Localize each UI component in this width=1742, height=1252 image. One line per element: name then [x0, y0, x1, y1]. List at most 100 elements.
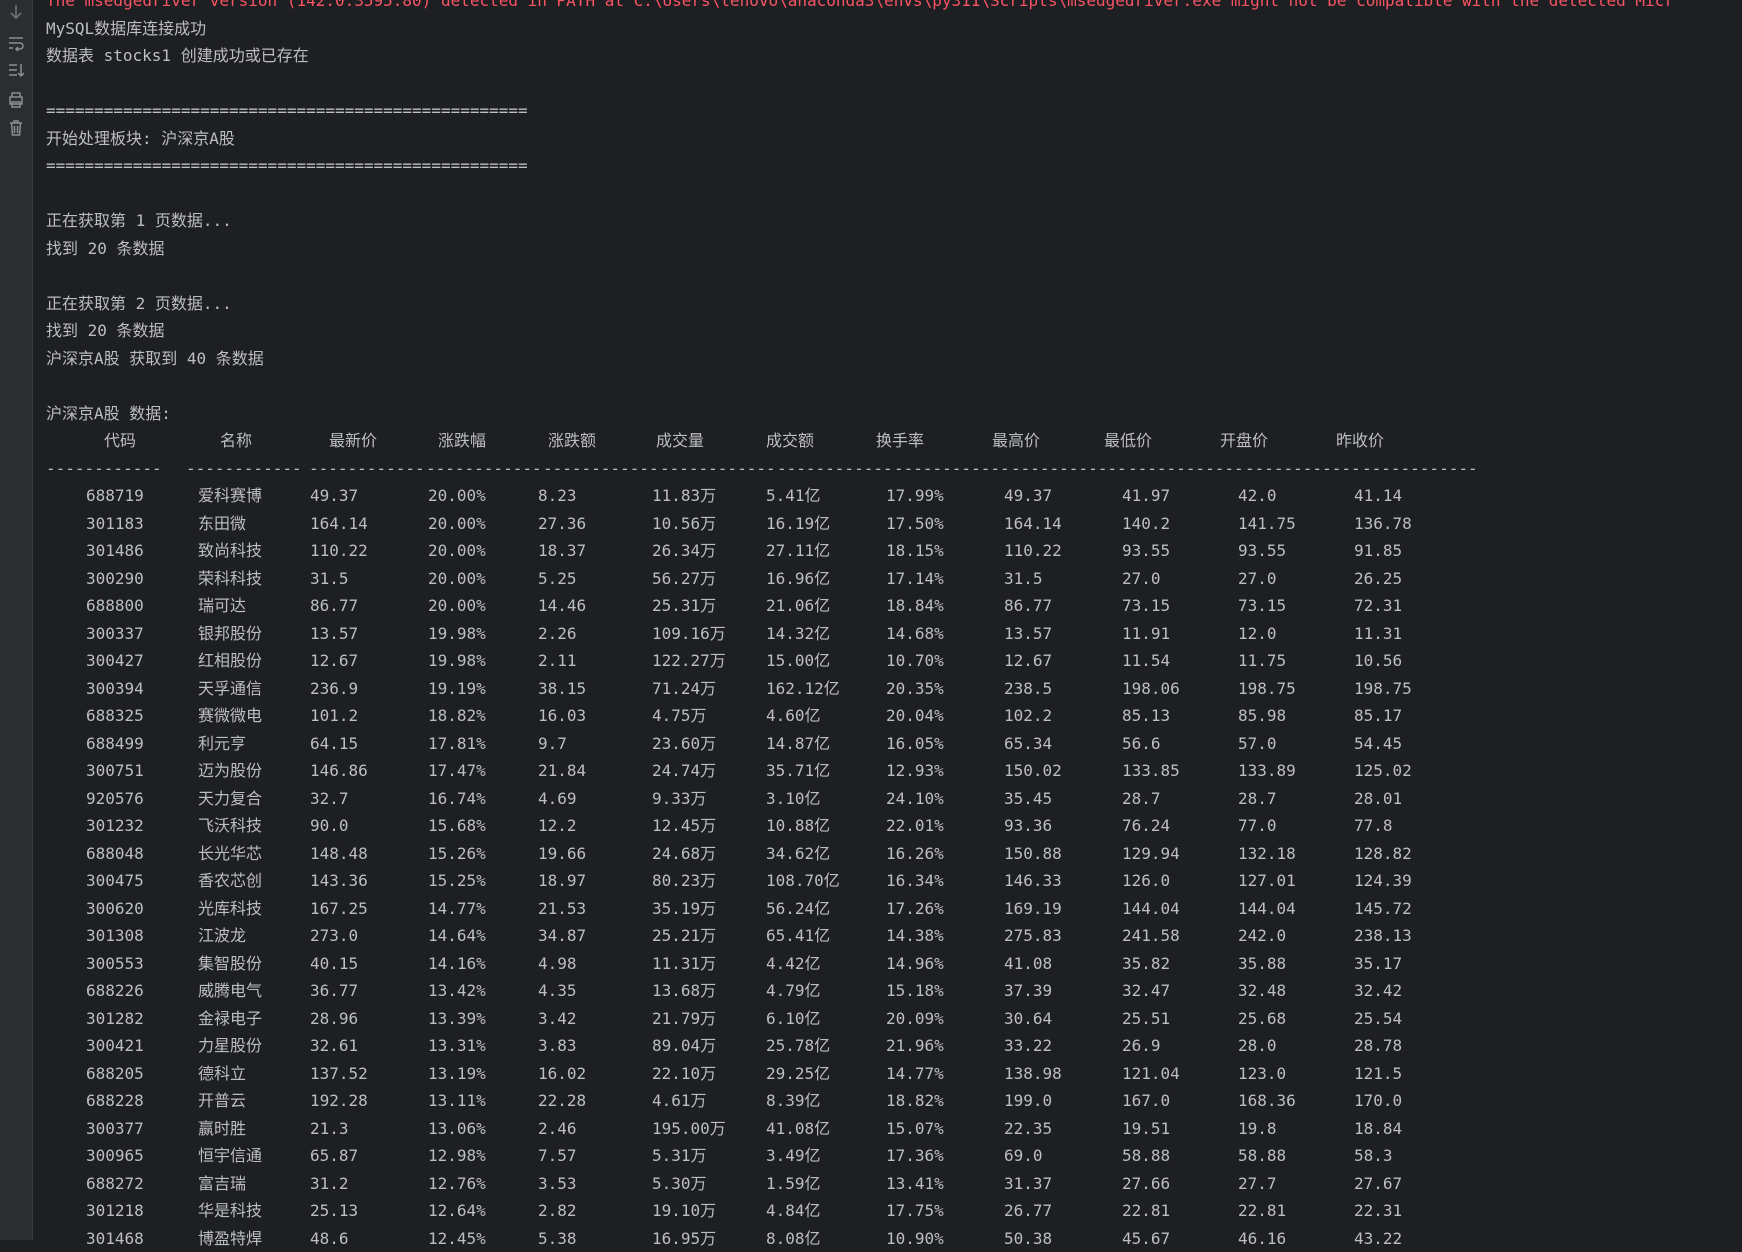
scroll-to-end-icon[interactable] — [6, 60, 26, 80]
table-cell: 17.99% — [886, 482, 944, 510]
log-line — [46, 372, 1742, 400]
table-row: 688048长光华芯148.4815.26%19.6624.68万34.62亿1… — [46, 840, 1742, 868]
table-row: 301308江波龙273.014.64%34.8725.21万65.41亿14.… — [46, 922, 1742, 950]
table-cell: 19.8 — [1238, 1115, 1277, 1143]
table-cell: 5.41亿 — [766, 482, 821, 510]
table-cell: 9.33万 — [652, 785, 707, 813]
table-cell: 4.60亿 — [766, 702, 821, 730]
log-line — [46, 262, 1742, 290]
table-cell: 169.19 — [1004, 895, 1062, 923]
table-cell: 开普云 — [198, 1087, 246, 1115]
table-cell: 9.7 — [538, 730, 567, 758]
table-cell: 4.69 — [538, 785, 577, 813]
table-cell: 德科立 — [198, 1060, 246, 1088]
column-header: 最高价 — [992, 427, 1040, 455]
table-cell: 21.96% — [886, 1032, 944, 1060]
table-cell: 129.94 — [1122, 840, 1180, 868]
table-cell: 12.64% — [428, 1197, 486, 1225]
table-cell: 12.45万 — [652, 812, 716, 840]
print-icon[interactable] — [6, 90, 26, 110]
table-row: 688205德科立137.5213.19%16.0222.10万29.25亿14… — [46, 1060, 1742, 1088]
table-cell: 31.5 — [1004, 565, 1043, 593]
table-cell: 3.49亿 — [766, 1142, 821, 1170]
table-row: 301282金禄电子28.9613.39%3.4221.79万6.10亿20.0… — [46, 1005, 1742, 1033]
table-cell: 10.56万 — [652, 510, 716, 538]
table-cell: 13.57 — [310, 620, 358, 648]
arrow-down-icon[interactable] — [6, 2, 26, 22]
table-cell: 16.74% — [428, 785, 486, 813]
log-line: 找到 20 条数据 — [46, 317, 1742, 345]
trash-icon[interactable] — [6, 118, 26, 138]
table-cell: 天力复合 — [198, 785, 262, 813]
soft-wrap-icon[interactable] — [6, 32, 26, 52]
table-cell: 300337 — [86, 620, 144, 648]
table-cell: 57.0 — [1238, 730, 1277, 758]
column-header: 开盘价 — [1220, 427, 1268, 455]
table-cell: 致尚科技 — [198, 537, 262, 565]
table-cell: 27.66 — [1122, 1170, 1170, 1198]
table-cell: 54.45 — [1354, 730, 1402, 758]
table-cell: 93.55 — [1122, 537, 1170, 565]
table-cell: 58.88 — [1238, 1142, 1286, 1170]
column-header: 代码 — [104, 427, 136, 455]
table-cell: 144.04 — [1238, 895, 1296, 923]
table-cell: 16.19亿 — [766, 510, 830, 538]
table-cell: 110.22 — [1004, 537, 1062, 565]
table-cell: 8.23 — [538, 482, 577, 510]
table-cell: 301232 — [86, 812, 144, 840]
table-cell: 10.56 — [1354, 647, 1402, 675]
table-cell: 博盈特焊 — [198, 1225, 262, 1252]
table-cell: 24.10% — [886, 785, 944, 813]
table-cell: 爱科赛博 — [198, 482, 262, 510]
table-cell: 688800 — [86, 592, 144, 620]
table-cell: 18.15% — [886, 537, 944, 565]
separator-dash: ------------ — [46, 455, 162, 483]
table-cell: 132.18 — [1238, 840, 1296, 868]
table-cell: 19.10万 — [652, 1197, 716, 1225]
table-cell: 24.68万 — [652, 840, 716, 868]
log-line: 找到 20 条数据 — [46, 235, 1742, 263]
table-cell: 198.75 — [1354, 675, 1412, 703]
table-row: 300290荣科科技31.520.00%5.2556.27万16.96亿17.1… — [46, 565, 1742, 593]
table-cell: 45.67 — [1122, 1225, 1170, 1252]
table-cell: 光库科技 — [198, 895, 262, 923]
table-row: 688226威腾电气36.7713.42%4.3513.68万4.79亿15.1… — [46, 977, 1742, 1005]
table-cell: 32.7 — [310, 785, 349, 813]
table-cell: 32.42 — [1354, 977, 1402, 1005]
table-cell: 128.82 — [1354, 840, 1412, 868]
separator-dash: ------------ — [1128, 455, 1244, 483]
separator-dash: ------------ — [1011, 455, 1127, 483]
table-row: 300553集智股份40.1514.16%4.9811.31万4.42亿14.9… — [46, 950, 1742, 978]
table-cell: 14.16% — [428, 950, 486, 978]
table-cell: 90.0 — [310, 812, 349, 840]
table-cell: 17.75% — [886, 1197, 944, 1225]
table-cell: 102.2 — [1004, 702, 1052, 730]
log-line: MySQL数据库连接成功 — [46, 15, 1742, 43]
table-row: 920576天力复合32.716.74%4.699.33万3.10亿24.10%… — [46, 785, 1742, 813]
table-cell: 46.16 — [1238, 1225, 1286, 1252]
separator-dash: ------------ — [543, 455, 659, 483]
table-cell: 31.2 — [310, 1170, 349, 1198]
table-cell: 27.0 — [1122, 565, 1161, 593]
table-cell: 14.87亿 — [766, 730, 830, 758]
table-cell: 荣科科技 — [198, 565, 262, 593]
table-cell: 50.38 — [1004, 1225, 1052, 1252]
table-cell: 40.15 — [310, 950, 358, 978]
table-cell: 69.0 — [1004, 1142, 1043, 1170]
table-cell: 21.06亿 — [766, 592, 830, 620]
table-cell: 22.01% — [886, 812, 944, 840]
table-cell: 145.72 — [1354, 895, 1412, 923]
table-cell: 72.31 — [1354, 592, 1402, 620]
table-row: 688800瑞可达86.7720.00%14.4625.31万21.06亿18.… — [46, 592, 1742, 620]
table-cell: 148.48 — [310, 840, 368, 868]
table-cell: 28.7 — [1238, 785, 1277, 813]
table-cell: 12.76% — [428, 1170, 486, 1198]
table-cell: 19.19% — [428, 675, 486, 703]
table-cell: 36.77 — [310, 977, 358, 1005]
table-cell: 146.33 — [1004, 867, 1062, 895]
table-cell: 12.2 — [538, 812, 577, 840]
table-cell: 300427 — [86, 647, 144, 675]
table-cell: 3.42 — [538, 1005, 577, 1033]
table-cell: 4.35 — [538, 977, 577, 1005]
table-cell: 瑞可达 — [198, 592, 246, 620]
